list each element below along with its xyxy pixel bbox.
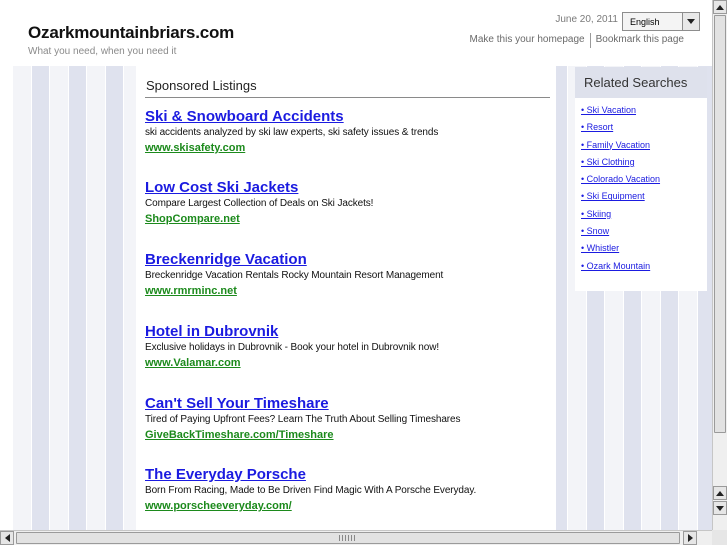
listing-title-link[interactable]: Hotel in Dubrovnik [145,323,439,340]
related-search-item: • Colorado Vacation [581,174,707,191]
related-search-link[interactable]: • Family Vacation [581,140,650,150]
scroll-left-button[interactable] [0,531,14,545]
vertical-scroll-thumb[interactable] [714,15,726,433]
arrow-right-icon [687,534,693,542]
related-search-item: • Family Vacation [581,140,707,157]
listing-item: Low Cost Ski Jackets Compare Largest Col… [145,179,373,225]
related-search-link[interactable]: • Ski Clothing [581,157,635,167]
related-search-item: • Whistler [581,243,707,260]
listing-title-link[interactable]: The Everyday Porsche [145,466,476,483]
related-search-link[interactable]: • Ski Equipment [581,191,645,201]
listing-description: ski accidents analyzed by ski law expert… [145,127,439,138]
site-title: Ozarkmountainbriars.com [28,23,235,42]
scroll-up-button[interactable] [713,0,727,14]
horizontal-scroll-thumb[interactable] [16,532,680,544]
listing-url-link[interactable]: GiveBackTimeshare.com/Timeshare [145,429,460,441]
arrow-down-icon [716,505,724,511]
related-search-link[interactable]: • Whistler [581,243,619,253]
make-homepage-link[interactable]: Make this your homepage [470,34,585,48]
vertical-scrollbar[interactable] [712,0,727,530]
scroll-down-button[interactable] [713,501,727,515]
language-select-value: English [630,17,660,27]
scrollbar-corner [712,530,727,545]
related-search-item: • Ozark Mountain [581,261,707,278]
sponsored-listings-panel: Sponsored Listings Ski & Snowboard Accid… [136,66,556,530]
related-searches-list: • Ski Vacation • Resort • Family Vacatio… [575,98,707,278]
horizontal-scrollbar[interactable] [0,530,712,545]
listing-description: Born From Racing, Made to Be Driven Find… [145,485,477,496]
arrow-up-icon [716,490,724,496]
header-links: Make this your homepage Bookmark this pa… [470,33,684,48]
related-search-item: • Ski Equipment [581,191,707,208]
related-search-item: • Resort [581,122,707,139]
listing-url-link[interactable]: www.porscheeveryday.com/ [145,500,476,512]
listing-description: Compare Largest Collection of Deals on S… [145,198,374,209]
listing-url-link[interactable]: www.Valamar.com [145,357,439,369]
related-search-item: • Ski Vacation [581,105,707,122]
related-search-item: • Ski Clothing [581,157,707,174]
listing-item: Breckenridge Vacation Breckenridge Vacat… [145,251,443,297]
page-header: Ozarkmountainbriars.com What you need, w… [0,0,712,66]
heading-divider [145,97,550,98]
link-divider [589,33,591,48]
scroll-up-button-lower[interactable] [713,486,727,500]
related-searches-panel: Related Searches • Ski Vacation • Resort… [575,67,707,291]
listing-description: Tired of Paying Upfront Fees? Learn The … [145,414,461,425]
listing-url-link[interactable]: www.rmrminc.net [145,285,443,297]
listing-item: The Everyday Porsche Born From Racing, M… [145,466,476,512]
listing-url-link[interactable]: www.skisafety.com [145,142,438,154]
arrow-up-icon [716,4,724,10]
language-select[interactable]: English [622,12,700,31]
sponsored-listings-heading: Sponsored Listings [146,78,257,93]
listing-url-link[interactable]: ShopCompare.net [145,213,373,225]
listing-description: Breckenridge Vacation Rentals Rocky Moun… [145,270,444,281]
listing-title-link[interactable]: Ski & Snowboard Accidents [145,108,438,125]
listing-title-link[interactable]: Breckenridge Vacation [145,251,443,268]
scroll-right-button[interactable] [683,531,697,545]
grip-icon [339,535,357,541]
listing-item: Can't Sell Your Timeshare Tired of Payin… [145,395,461,441]
related-search-link[interactable]: • Skiing [581,209,611,219]
listing-title-link[interactable]: Low Cost Ski Jackets [145,179,373,196]
related-search-link[interactable]: • Ski Vacation [581,105,636,115]
related-search-link[interactable]: • Resort [581,122,613,132]
related-search-item: • Snow [581,226,707,243]
listing-item: Hotel in Dubrovnik Exclusive holidays in… [145,323,439,369]
site-tagline: What you need, when you need it [28,46,177,57]
related-search-link[interactable]: • Snow [581,226,609,236]
related-search-item: • Skiing [581,209,707,226]
date-label: June 20, 2011 [555,14,618,25]
listing-title-link[interactable]: Can't Sell Your Timeshare [145,395,460,412]
listing-description: Exclusive holidays in Dubrovnik - Book y… [145,342,439,353]
related-search-link[interactable]: • Colorado Vacation [581,174,660,184]
chevron-down-icon[interactable] [682,13,699,30]
related-searches-heading: Related Searches [575,67,707,98]
listing-item: Ski & Snowboard Accidents ski accidents … [145,108,438,154]
related-search-link[interactable]: • Ozark Mountain [581,261,650,271]
bookmark-page-link[interactable]: Bookmark this page [596,34,684,48]
arrow-left-icon [4,534,10,542]
